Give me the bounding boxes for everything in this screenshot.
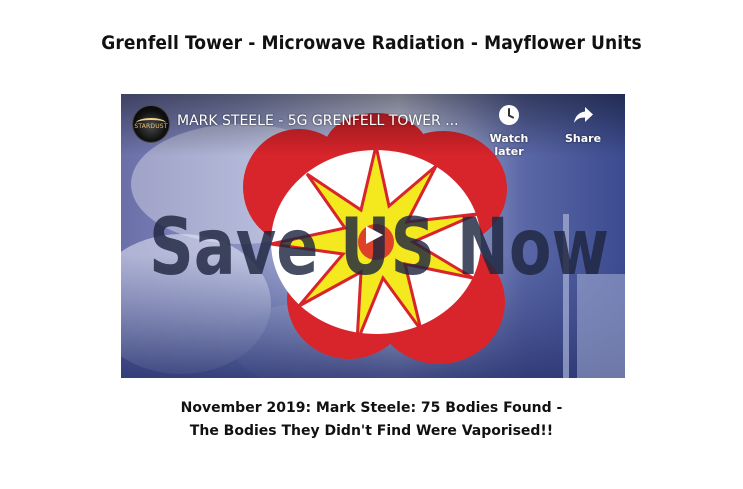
video-player[interactable]: Save US Now STARDUST MARK STEELE - 5G GR… [121, 94, 625, 378]
share-label: Share [564, 132, 602, 145]
caption-line-2: The Bodies They Didn't Find Were Vaporis… [189, 423, 554, 439]
play-button[interactable] [353, 221, 393, 249]
video-title-link[interactable]: MARK STEELE - 5G GRENFELL TOWER ... [177, 113, 477, 129]
watch-later-label: Watch later [489, 132, 529, 158]
clock-icon [499, 105, 519, 125]
watch-later-button[interactable]: Watch later [474, 104, 544, 158]
share-arrow-icon [574, 107, 593, 123]
caption-line-1: November 2019: Mark Steele: 75 Bodies Fo… [180, 400, 563, 416]
channel-avatar[interactable]: STARDUST [132, 105, 170, 143]
channel-avatar-text: STARDUST [134, 123, 168, 130]
video-caption: November 2019: Mark Steele: 75 Bodies Fo… [0, 397, 743, 443]
share-button[interactable]: Share [561, 104, 605, 145]
page-title: Grenfell Tower - Microwave Radiation - M… [101, 32, 642, 54]
play-icon [366, 226, 383, 244]
